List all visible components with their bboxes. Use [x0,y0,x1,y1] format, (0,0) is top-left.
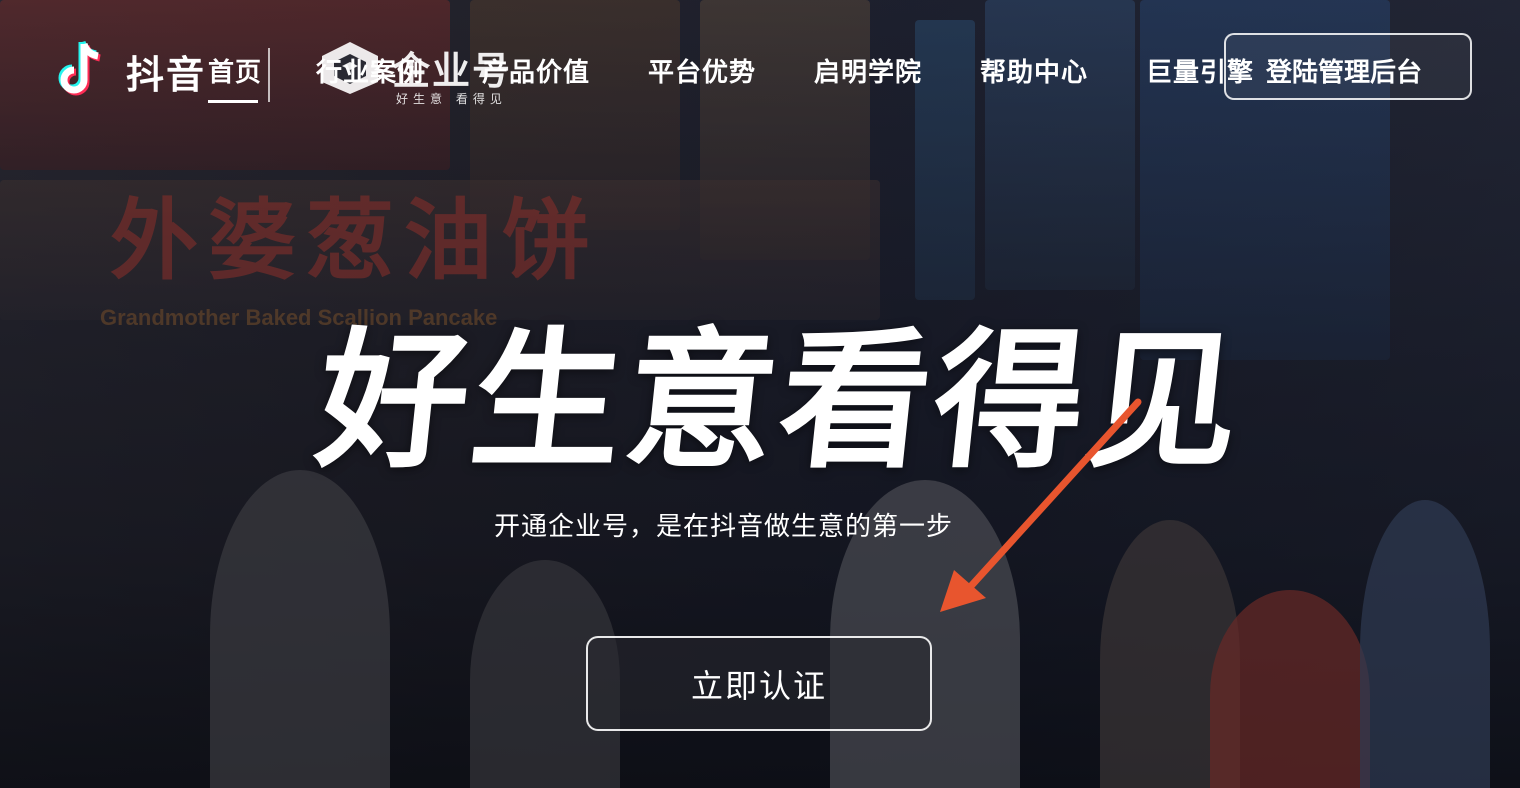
nav-item-product-value[interactable]: 产品价值 [482,52,590,89]
nav-item-help-center[interactable]: 帮助中心 [980,52,1088,89]
nav-item-home[interactable]: 首页 [208,52,262,89]
hero-subtitle: 开通企业号，是在抖音做生意的第一步 [494,512,954,542]
person-figure [1360,500,1490,788]
nav-item-qiming-academy[interactable]: 启明学院 [814,52,922,89]
douyin-logo[interactable]: 抖音 [56,40,206,102]
nav-divider [268,48,270,102]
active-nav-underline [208,100,258,103]
brand-subtitle: 好生意 看得见 [396,92,507,106]
person-figure [210,470,390,788]
logo-text: 抖音 [126,52,207,97]
top-navbar: 抖音 企业号 好生意 看得见 首页 行业案例 产品价值 平台优势 启明学院 帮助… [0,0,1520,140]
nav-item-industry-cases[interactable]: 行业案例 [316,52,424,89]
tiktok-note-icon [56,40,108,102]
nav-item-platform-advantages[interactable]: 平台优势 [648,52,756,89]
shop-sign-text: 外婆葱油饼 [110,188,601,292]
hero-title: 好生意看得见 [309,313,1252,489]
login-admin-label[interactable]: 登陆管理后台 [1266,52,1422,89]
verify-now-button[interactable]: 立即认证 [586,636,932,731]
person-figure [1210,590,1370,788]
